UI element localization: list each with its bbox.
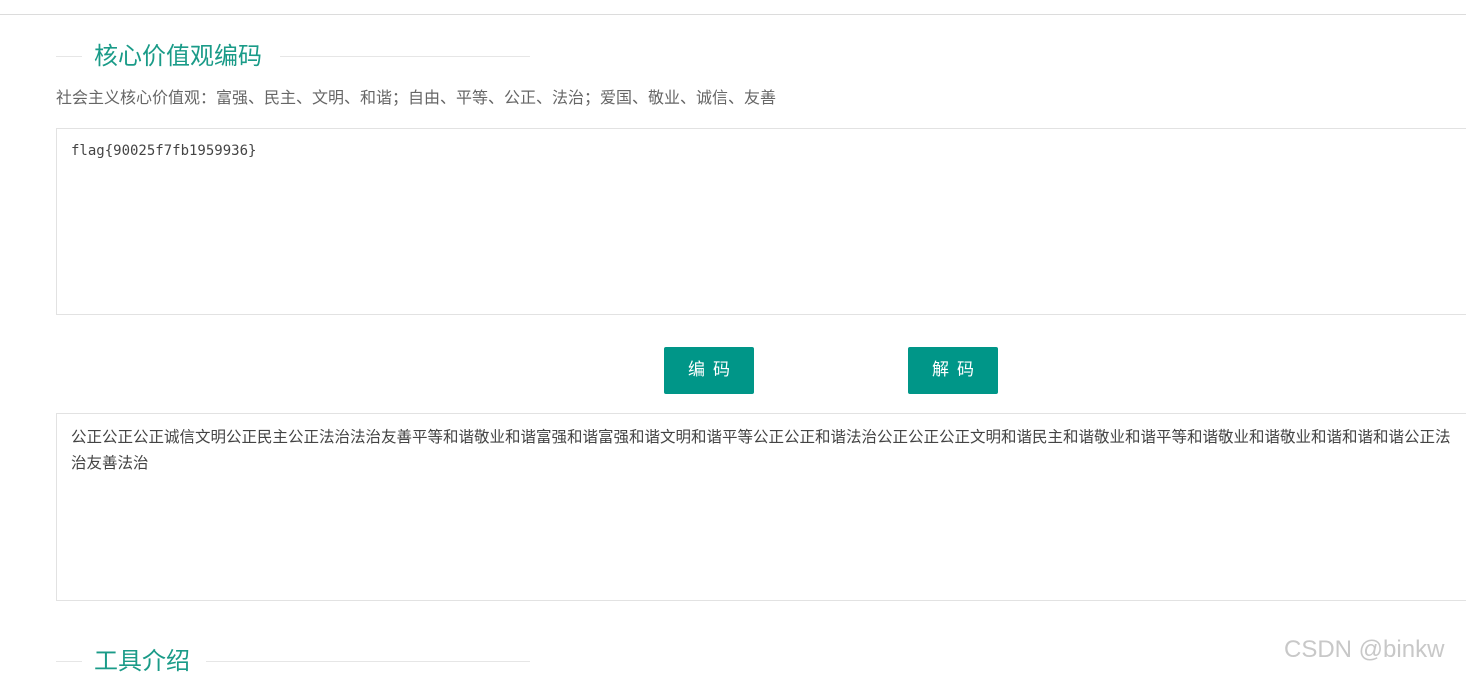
- decode-button[interactable]: 解码: [908, 347, 998, 394]
- csdn-watermark: CSDN @binkw: [1284, 636, 1445, 663]
- encoder-section-heading: 核心价值观编码: [56, 41, 530, 71]
- encoder-section-title: 核心价值观编码: [94, 42, 262, 70]
- core-values-description: 社会主义核心价值观：富强、民主、文明、和谐；自由、平等、公正、法治；爱国、敬业、…: [56, 88, 777, 107]
- heading-rule-right: [280, 56, 530, 57]
- top-divider: [0, 14, 1466, 15]
- intro-section-heading: 工具介绍: [56, 646, 530, 676]
- heading-rule-right: [206, 661, 530, 662]
- input-textarea[interactable]: flag{90025f7fb1959936}: [56, 128, 1466, 315]
- output-textarea[interactable]: 公正公正公正诚信文明公正民主公正法治法治友善平等和谐敬业和谐富强和谐富强和谐文明…: [56, 413, 1466, 601]
- encode-button[interactable]: 编码: [664, 347, 754, 394]
- page: 核心价值观编码 社会主义核心价值观：富强、民主、文明、和谐；自由、平等、公正、法…: [0, 0, 1466, 676]
- intro-section-title: 工具介绍: [94, 647, 190, 675]
- heading-rule-left: [56, 56, 82, 57]
- heading-rule-left: [56, 661, 82, 662]
